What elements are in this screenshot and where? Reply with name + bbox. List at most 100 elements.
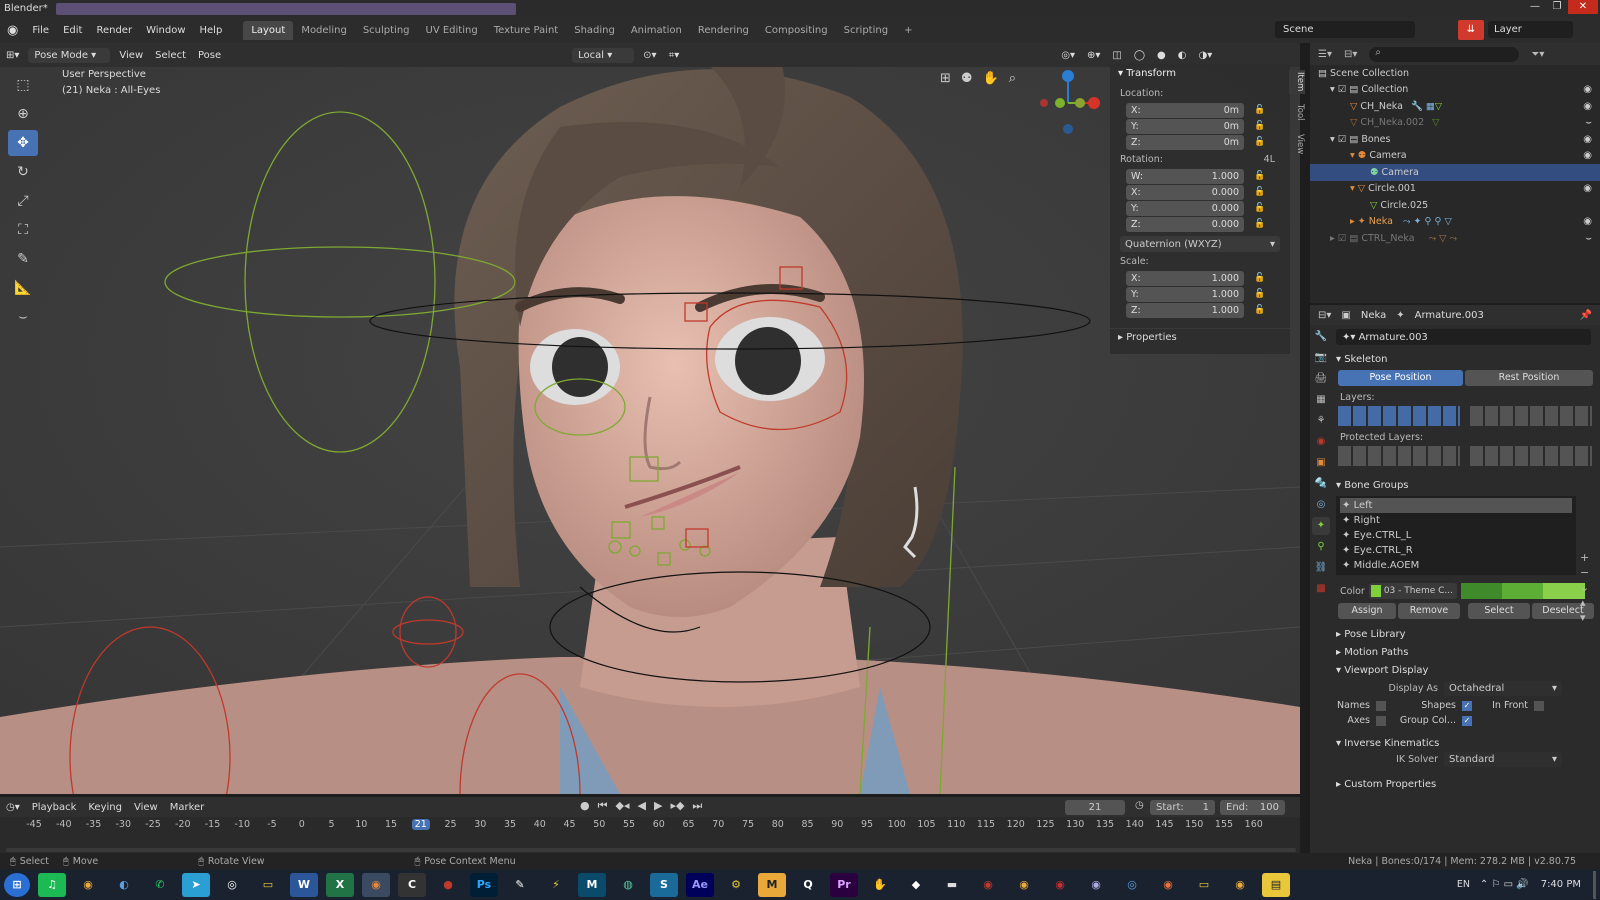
app-orange-icon[interactable]: ◉ [1010,873,1038,897]
pivot-icon[interactable]: ⊙▾ [637,50,662,61]
move-tool-icon[interactable]: ✥ [8,130,38,156]
eye-icon[interactable]: ◉ [1583,150,1592,161]
motion-paths-header[interactable]: ▸ Motion Paths [1336,643,1598,661]
move-up-icon[interactable]: ▴ [1580,595,1589,610]
wireframe-shading-icon[interactable]: ◯ [1128,50,1151,61]
outliner-type-icon[interactable]: ☰▾ [1318,49,1332,60]
start-frame-field[interactable]: Start: 1 [1150,800,1215,815]
app-icon[interactable]: ◐ [110,873,138,897]
lock-icon[interactable]: 🔓 [1254,105,1265,115]
snap-icon[interactable]: ⌗▾ [663,50,686,61]
eye-icon[interactable]: ◉ [1583,134,1592,145]
color-swatches[interactable] [1460,583,1585,599]
scale-y-row[interactable]: Y: 1.000 🔓 [1120,286,1280,302]
app-hand-icon[interactable]: ✋ [866,873,894,897]
tab-sculpting[interactable]: Sculpting [355,21,418,40]
object-props-icon[interactable]: ▣ [1312,454,1330,472]
zoom-icon[interactable]: ⌕ [1009,71,1016,86]
view-layer-icon[interactable]: ▦ [1312,391,1330,409]
app-s-icon[interactable]: S [650,872,678,897]
menu-marker[interactable]: Marker [164,802,211,813]
eye-closed-icon[interactable]: ⌣ [1585,117,1592,128]
timeline-editor-type-icon[interactable]: ◷▾ [0,802,26,813]
rotate-tool-icon[interactable]: ↻ [8,159,38,185]
outliner-row[interactable]: ▾ ☑ ▤ Bones ◉ [1310,131,1600,148]
jump-start-icon[interactable]: ⏮ [598,799,608,813]
armature-datablock-field[interactable]: ✦▾ Armature.003 [1336,329,1591,345]
list-item[interactable]: ✦ Eye.CTRL_L [1340,528,1572,543]
app-pen-icon[interactable]: ✎ [506,873,534,897]
app-red-icon[interactable]: ● [434,873,462,897]
move-down-icon[interactable]: ▾ [1580,610,1589,625]
folder-icon[interactable]: ▬ [938,873,966,897]
inverse-kinematics-header[interactable]: ▾ Inverse Kinematics [1336,734,1598,752]
tab-texture-paint[interactable]: Texture Paint [486,21,567,40]
remove-group-icon[interactable]: − [1580,565,1589,580]
telegram-icon[interactable]: ➤ [182,872,210,897]
app-cube-icon[interactable]: ◆ [902,873,930,897]
tab-compositing[interactable]: Compositing [757,21,836,40]
outliner-row[interactable]: ▽ CH_Neka 🔧 ▦ ▽ ◉ [1310,98,1600,115]
bone-icon[interactable]: ⚲ [1312,538,1330,556]
eye-icon[interactable]: ◉ [1583,101,1592,112]
notes-icon[interactable]: ▤ [1262,872,1290,897]
camera-view-icon[interactable]: ⚉ [961,71,973,86]
menu-keying[interactable]: Keying [82,802,128,813]
pose-library-header[interactable]: ▸ Pose Library [1336,625,1598,643]
view-layer-selector[interactable]: Layer [1488,21,1573,38]
mode-dropdown[interactable]: Pose Mode ▾ [28,47,111,63]
timeline-scrollbar[interactable] [6,848,1296,852]
axes-checkbox[interactable] [1376,715,1386,726]
3d-viewport[interactable]: User Perspective (21) Neka : All-Eyes ⊞ … [0,67,1300,794]
select-box-icon[interactable]: ⬚ [8,72,38,98]
bone-layers-grid[interactable] [1338,406,1598,426]
properties-subpanel[interactable]: ▸ Properties [1110,328,1290,346]
viewport-display-header[interactable]: ▾ Viewport Display [1336,661,1598,679]
solid-shading-icon[interactable]: ● [1151,50,1172,61]
pan-hand-icon[interactable]: ✋ [983,71,999,86]
menu-playback[interactable]: Playback [26,802,83,813]
pin-icon[interactable]: 📌 [1580,310,1592,321]
transform-header[interactable]: ▾ Transform [1110,64,1290,82]
protected-layers-grid[interactable] [1338,446,1598,466]
world-icon[interactable]: ◉ [1312,433,1330,451]
color-set-dropdown[interactable]: 03 - Theme C... [1368,583,1457,599]
pose-position-button[interactable]: Pose Position [1338,370,1463,386]
physics-icon[interactable]: ◎ [1312,496,1330,514]
in-front-checkbox[interactable] [1534,700,1544,711]
menu-select[interactable]: Select [149,50,192,61]
modifier-icon[interactable]: 🔩 [1312,475,1330,493]
after-effects-icon[interactable]: Ae [686,872,714,897]
group-colors-checkbox[interactable]: ✓ [1462,715,1472,726]
list-item[interactable]: ✦ Left [1340,498,1572,513]
scale-x-row[interactable]: X: 1.000 🔓 [1120,270,1280,286]
spotify-icon[interactable]: ♫ [38,872,66,897]
names-checkbox[interactable] [1376,700,1386,711]
outliner-row[interactable]: ▽ Circle.025 [1310,197,1600,214]
remove-button[interactable]: Remove [1398,603,1460,619]
lock-icon[interactable]: 🔓 [1254,137,1265,147]
list-item[interactable]: ✦ Eye.CTRL_R [1340,543,1572,558]
tab-layout[interactable]: Layout [243,20,294,40]
whatsapp-icon[interactable]: ✆ [146,873,174,897]
bone-constraint-icon[interactable]: ⛓ [1312,559,1330,577]
relax-pose-icon[interactable]: ⌣ [8,304,38,330]
xray-icon[interactable]: ◫ [1106,50,1127,61]
files-icon[interactable]: ▭ [1190,873,1218,897]
rotation-y-row[interactable]: Y: 0.000 🔓 [1120,200,1280,216]
app-globe-icon[interactable]: ◍ [614,873,642,897]
scene-icon[interactable]: ⚘ [1312,412,1330,430]
bone-groups-list[interactable]: ✦ Left ✦ Right ✦ Eye.CTRL_L ✦ Eye.CTRL_R… [1336,496,1576,575]
word-icon[interactable]: W [290,872,318,897]
app-dark-icon[interactable]: ◉ [1046,873,1074,897]
menu-window[interactable]: Window [139,25,192,36]
outliner-row[interactable]: ▽ CH_Neka.002 ▽ ⌣ [1310,115,1600,132]
menu-timeline-view[interactable]: View [128,802,164,813]
app-q-icon[interactable]: Q [794,873,822,897]
gizmo-icon[interactable]: ⊕▾ [1081,50,1106,61]
blender-taskbar-icon[interactable]: ◉ [362,872,390,897]
add-workspace-icon[interactable]: + [896,21,920,40]
app-target-icon[interactable]: ◎ [1118,873,1146,897]
custom-properties-header[interactable]: ▸ Custom Properties [1336,775,1598,793]
lock-icon[interactable]: 🔓 [1254,121,1265,131]
